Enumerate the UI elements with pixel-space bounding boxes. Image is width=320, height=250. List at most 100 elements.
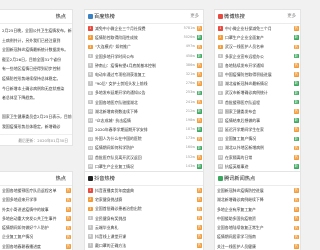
item-title[interactable]: 关注一线医护人员健康 [217,244,256,249]
item-title[interactable]: 戴口罩的正确方法 [95,241,195,250]
list-item[interactable]: 8 多地发布延期开学的通知公告 253w 新 [85,88,203,97]
item-title[interactable]: 全民健身有奖挑战 [95,214,195,223]
list-item[interactable]: 1 减免中小微企业三个月社保费 5781w 热 [85,24,203,33]
list-item[interactable]: 5 钟南山：疫情有望4月底前基本控制 386w 热 [85,61,203,70]
list-item[interactable]: 全国多地迎来开学季 热 [0,195,72,204]
item-title[interactable]: 中国援助多国抗疫物资 [217,216,256,221]
list-item[interactable]: 7 "90后" 女护士剪短头发上前线 276w 热 [85,79,203,88]
item-title[interactable]: 全国各地援鄂医疗队员返程名单 [2,188,56,193]
list-item[interactable]: 中国援助多国抗疫物资 热 [215,214,300,223]
item-title[interactable]: 2020年春季学期延期开学安排 [95,125,179,134]
item-title[interactable]: 全国首批确诊患者治愈出院 [95,204,195,213]
item-title[interactable]: 全国复工复产情况 [225,134,292,143]
item-title[interactable]: 武汉一线医护人员名单 [225,42,292,51]
item-title[interactable]: 全国各地陆续恢复正常生产 [217,225,264,230]
list-item[interactable]: 7 湖北省新冠肺炎最新情况新 [215,79,300,88]
item-title[interactable]: 全国各地春耕春播进度 [2,244,41,249]
list-item[interactable]: 疫情期间居家学习指南 热 [215,232,300,241]
list-item[interactable]: 15 在家隔离的日常热 [215,153,300,162]
item-title[interactable]: 多地发布延期开学的通知公告 [95,88,179,97]
list-item[interactable]: 多地启动重大突发公共卫生事件 热 [0,214,72,223]
item-title[interactable]: "90后" 女护士剪短头发上前线 [95,79,179,88]
list-item[interactable]: 企业复工复产情况 热 [0,232,72,241]
list-item[interactable]: 12 2020年春季学期延期开学安排 187w 新 [85,125,203,134]
list-item[interactable]: 3 武汉一线医护人员名单热 [215,42,300,51]
list-item[interactable]: 全国各地陆续恢复正常生产 热 [215,223,300,232]
item-title[interactable]: 多地企业有序复工复产 [217,207,256,212]
item-title[interactable]: 全国新冠肺炎疫情防控进展 [217,188,264,193]
item-title[interactable]: 各地陆续发布开学通知 [225,61,292,70]
item-title[interactable]: 湖北以外地区新增病例 [225,143,292,152]
list-item[interactable]: 2 口罩生产企业全面复产新 [215,33,300,42]
item-title[interactable]: 湖北新增病例数连续下降 [95,107,179,116]
item-title[interactable]: 企业复工复产情况 [2,234,33,239]
item-title[interactable]: 电动车通过专项检测获准复工 [95,70,179,79]
item-title[interactable]: 中国疫情防控取得积极进展 [225,70,292,79]
item-title[interactable]: 在家隔离的日常 [225,153,292,162]
item-title[interactable]: 多家企业宣布远程办公 [225,52,292,61]
list-item[interactable]: 6 抖音线上课堂开课热 [85,232,203,241]
list-item[interactable]: 11 疫情结束后想做的事新 [215,116,300,125]
list-item[interactable]: 4 全民健身有奖挑战热 [85,214,203,223]
item-title[interactable]: 疫情期间如何做好个人防护 [2,225,49,230]
item-title[interactable]: 疫情防控取得阶段性成效 [95,33,179,42]
list-item[interactable]: 全国各地春耕春播进度 热 [0,242,72,250]
list-item[interactable]: 14 疫情期间如何科学防护 160w 新 [85,143,203,152]
list-item[interactable]: 13 外国人为什么在中国的医院 173w 热 [85,134,203,143]
list-item[interactable]: 3 "大连模式" 如何推广 497w 热 [85,42,203,51]
list-item[interactable]: 9 全国各地医疗队驰援湖北 241w 热 [85,98,203,107]
item-title[interactable]: 云端毕业典礼 [95,223,195,232]
item-title[interactable]: 口罩生产企业全面复产 [225,33,292,42]
item-title[interactable]: 疫情期间居家学习指南 [217,234,256,239]
list-item[interactable]: 14 湖北以外地区新增病例热 [215,143,300,152]
item-title[interactable]: "众志成城" 抗击疫情 [95,116,179,125]
list-item[interactable]: 15 首批医疗队员离开武汉返回 152w 热 [85,153,203,162]
list-item[interactable]: 13 全国复工复产情况新 [215,134,300,143]
item-title[interactable]: 武汉市新增确诊病例统计 [225,88,292,97]
list-item[interactable]: 5 云端毕业典礼热 [85,223,203,232]
list-item[interactable]: 11 "众志成城" 抗击疫情 198w 热 [85,116,203,125]
item-title[interactable]: 湖北省新冠肺炎最新情况 [225,79,292,88]
list-item[interactable]: 3 全国首批确诊患者治愈出院热 [85,204,203,213]
list-item[interactable]: 6 中国疫情防控取得积极进展热 [215,70,300,79]
list-item[interactable]: 1 抖音直播卖货年度盛典热 [85,186,203,195]
list-item[interactable]: 16 抗疫英雄事迹新 [215,162,300,171]
item-title[interactable]: 首批医疗队员离开武汉返回 [95,153,179,162]
item-title[interactable]: 外国人为什么在中国的医院 [95,134,179,143]
item-title[interactable]: 首批援鄂医疗队返程 [225,98,292,107]
list-item[interactable]: 多地企业有序复工复产 热 [215,205,300,214]
item-title[interactable]: 中小微企业社保减免三个月 [225,24,292,33]
item-title[interactable]: 延迟开学期间学生在家 [225,125,292,134]
list-item[interactable]: 外卖小哥讲述疫情中的故事 热 [0,205,72,214]
list-item[interactable]: 10 国家卫健委发布会热 [215,107,300,116]
item-title[interactable]: 口罩生产企业复工情况 [95,162,179,171]
item-title[interactable]: 多地启动重大突发公共卫生事件 [2,216,56,221]
list-item[interactable]: 12 延迟开学期间学生在家热 [215,125,300,134]
list-item[interactable]: 1 中小微企业社保减免三个月热 [215,24,300,33]
item-title[interactable]: 全国多地开学时间公布 [95,52,179,61]
item-title[interactable]: 外卖小哥讲述疫情中的故事 [2,207,49,212]
item-title[interactable]: 国家卫健委发布会 [225,107,292,116]
list-item[interactable]: 关注一线医护人员健康 热 [215,242,300,250]
item-title[interactable]: 疫情结束后想做的事 [225,116,292,125]
list-item[interactable]: 8 武汉市新增确诊病例统计新 [215,88,300,97]
item-title[interactable]: "大连模式" 如何推广 [95,42,179,51]
item-title[interactable]: 抗疫英雄事迹 [225,162,292,171]
item-title[interactable]: 钟南山：疫情有望4月底前基本控制 [95,61,179,70]
list-item[interactable]: 全国各地援鄂医疗队员返程名单 热 [0,186,72,195]
item-title[interactable]: 抖音线上课堂开课 [95,232,195,241]
list-item[interactable]: 5 各地陆续发布开学通知热 [215,61,300,70]
more-link[interactable]: 更多 [287,10,296,24]
item-title[interactable]: 疫情期间如何科学防护 [95,143,179,152]
list-item[interactable]: 4 多家企业宣布远程办公新 [215,52,300,61]
list-item[interactable]: 2 疫情防控取得阶段性成效 5026w 新 [85,33,203,42]
list-item[interactable]: 疫情期间如何做好个人防护 热 [0,223,72,232]
list-item[interactable]: 10 湖北新增病例数连续下降 212w 新 [85,107,203,116]
list-item[interactable]: 6 电动车通过专项检测获准复工 321w 热 [85,70,203,79]
item-title[interactable]: 宅家健身挑战赛 [95,195,195,204]
more-link[interactable]: 更多 [190,10,199,24]
item-title[interactable]: 湖北新增确诊病例继续下降 [217,197,264,202]
list-item[interactable]: 2 宅家健身挑战赛热 [85,195,203,204]
list-item[interactable]: 9 首批援鄂医疗队返程新 [215,98,300,107]
list-item[interactable]: 7 戴口罩的正确方法热 [85,241,203,250]
